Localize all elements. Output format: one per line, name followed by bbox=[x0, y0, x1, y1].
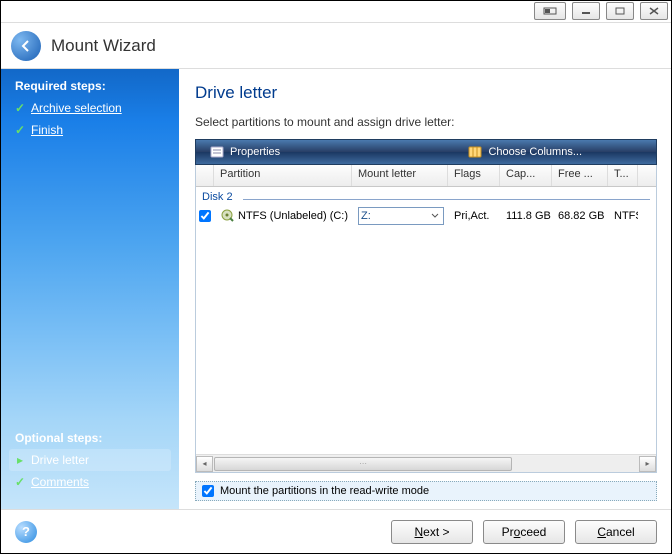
horizontal-scrollbar[interactable]: ◂ ··· ▸ bbox=[196, 454, 656, 472]
required-steps-heading: Required steps: bbox=[15, 79, 171, 93]
back-button[interactable] bbox=[11, 31, 41, 61]
choose-columns-button[interactable]: Choose Columns... bbox=[454, 145, 596, 159]
scrollbar-thumb[interactable]: ··· bbox=[214, 457, 512, 471]
read-write-checkbox[interactable] bbox=[202, 485, 214, 497]
table-header: Partition Mount letter Flags Cap... Free… bbox=[196, 165, 656, 187]
partition-name: NTFS (Unlabeled) (C:) bbox=[238, 210, 348, 222]
header: Mount Wizard bbox=[1, 23, 671, 69]
column-flags[interactable]: Flags bbox=[448, 165, 500, 186]
titlebar-tool-button[interactable] bbox=[534, 2, 566, 20]
page-title: Mount Wizard bbox=[51, 36, 156, 56]
table-body: Disk 2 NTFS (Unlabeled) (C:) Pri,Act. 11… bbox=[196, 187, 656, 454]
table-row[interactable]: NTFS (Unlabeled) (C:) Pri,Act. 111.8 GB … bbox=[196, 205, 656, 227]
column-mount-letter[interactable]: Mount letter bbox=[352, 165, 448, 186]
row-type: NTFS bbox=[608, 210, 638, 222]
column-type[interactable]: T... bbox=[608, 165, 638, 186]
content-heading: Drive letter bbox=[195, 83, 657, 103]
maximize-button[interactable] bbox=[606, 2, 634, 20]
sidebar: Required steps: ✓ Archive selection ✓ Fi… bbox=[1, 69, 179, 509]
arrow-icon: ▸ bbox=[15, 453, 25, 467]
columns-icon bbox=[468, 145, 482, 159]
sidebar-item-archive-selection[interactable]: ✓ Archive selection bbox=[9, 97, 171, 119]
proceed-button[interactable]: Proceed bbox=[483, 520, 565, 544]
disk-icon bbox=[220, 208, 234, 225]
scroll-left-button[interactable]: ◂ bbox=[196, 456, 213, 472]
read-write-option[interactable]: Mount the partitions in the read-write m… bbox=[195, 481, 657, 501]
column-free[interactable]: Free ... bbox=[552, 165, 608, 186]
close-button[interactable] bbox=[640, 2, 668, 20]
sidebar-item-label: Archive selection bbox=[31, 101, 122, 115]
sidebar-item-label: Comments bbox=[31, 475, 89, 489]
check-icon: ✓ bbox=[15, 101, 25, 115]
sidebar-item-drive-letter[interactable]: ▸ Drive letter bbox=[9, 449, 171, 471]
check-icon: ✓ bbox=[15, 123, 25, 137]
column-checkbox[interactable] bbox=[196, 165, 214, 186]
instruction-text: Select partitions to mount and assign dr… bbox=[195, 115, 657, 129]
sidebar-item-comments[interactable]: ✓ Comments bbox=[9, 471, 171, 493]
optional-steps-heading: Optional steps: bbox=[15, 431, 171, 445]
properties-icon bbox=[210, 145, 224, 159]
next-button[interactable]: Next > bbox=[391, 520, 473, 544]
sidebar-item-finish[interactable]: ✓ Finish bbox=[9, 119, 171, 141]
minimize-button[interactable] bbox=[572, 2, 600, 20]
disk-group-label: Disk 2 bbox=[196, 187, 239, 205]
read-write-label: Mount the partitions in the read-write m… bbox=[220, 485, 429, 497]
row-flags: Pri,Act. bbox=[448, 210, 500, 222]
footer: ? Next > Proceed Cancel bbox=[1, 509, 671, 553]
toolbar-label: Properties bbox=[230, 146, 280, 158]
check-icon: ✓ bbox=[15, 475, 25, 489]
row-free: 68.82 GB bbox=[552, 210, 608, 222]
help-button[interactable]: ? bbox=[15, 521, 37, 543]
sidebar-item-label: Drive letter bbox=[31, 453, 89, 467]
cancel-button[interactable]: Cancel bbox=[575, 520, 657, 544]
table-toolbar: Properties Choose Columns... bbox=[195, 139, 657, 165]
toolbar-label: Choose Columns... bbox=[488, 146, 582, 158]
column-capacity[interactable]: Cap... bbox=[500, 165, 552, 186]
properties-button[interactable]: Properties bbox=[196, 145, 294, 159]
partition-table: Partition Mount letter Flags Cap... Free… bbox=[195, 165, 657, 473]
column-partition[interactable]: Partition bbox=[214, 165, 352, 186]
titlebar bbox=[1, 1, 671, 23]
row-capacity: 111.8 GB bbox=[500, 210, 552, 222]
scroll-right-button[interactable]: ▸ bbox=[639, 456, 656, 472]
row-checkbox[interactable] bbox=[199, 210, 211, 222]
sidebar-item-label: Finish bbox=[31, 123, 63, 137]
mount-letter-select[interactable] bbox=[358, 207, 444, 225]
content-pane: Drive letter Select partitions to mount … bbox=[179, 69, 671, 509]
